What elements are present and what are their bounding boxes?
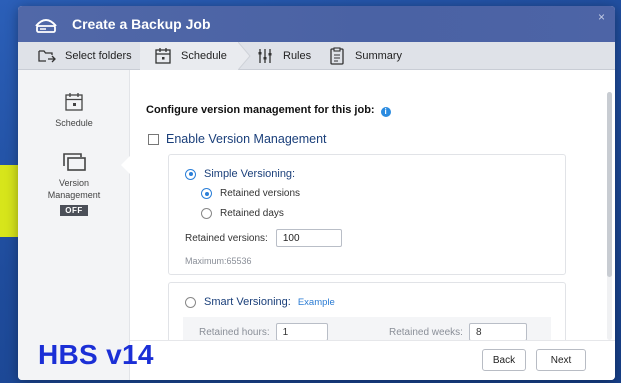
retained-days-option[interactable]: Retained days — [201, 208, 284, 219]
retained-days-label: Retained days — [220, 208, 284, 219]
enable-version-management[interactable]: Enable Version Management — [148, 132, 327, 146]
backup-drive-icon — [35, 19, 57, 33]
dialog-footer: Back Next — [130, 340, 615, 380]
calendar-icon — [65, 93, 83, 111]
step-rules[interactable]: Rules — [250, 42, 320, 70]
versions-stack-icon — [63, 153, 86, 171]
sidebar-item-schedule[interactable]: Schedule — [18, 92, 130, 128]
settings-sidebar: Schedule Version Management OFF — [18, 70, 130, 380]
status-badge: OFF — [60, 205, 88, 216]
simple-versioning-option[interactable]: Simple Versioning: — [185, 168, 295, 180]
retained-versions-option[interactable]: Retained versions — [201, 188, 300, 199]
step-select-folders[interactable]: Select folders — [18, 42, 140, 70]
version-settings-panel: Configure version management for this jo… — [130, 70, 615, 340]
retained-versions-field-row: Retained versions: 100 — [185, 229, 342, 247]
info-icon[interactable]: i — [380, 107, 391, 117]
sidebar-item-version-management[interactable]: Version Management OFF — [18, 152, 130, 216]
heading-text: Configure version management for this jo… — [146, 104, 375, 116]
enable-label: Enable Version Management — [166, 132, 327, 146]
step-schedule[interactable]: Schedule — [140, 42, 238, 70]
retained-versions-field-label: Retained versions: — [185, 232, 268, 244]
step-label: Schedule — [181, 50, 227, 62]
clipboard-icon — [330, 47, 344, 65]
title-bar: Create a Backup Job × — [18, 6, 615, 42]
retained-weeks-input[interactable]: 8 — [468, 323, 527, 340]
smart-versioning-radio[interactable] — [185, 296, 196, 308]
wizard-steps: Select folders Schedule Rules Summary — [18, 42, 615, 70]
simple-versioning-radio[interactable] — [185, 168, 196, 180]
dialog-title: Create a Backup Job — [72, 16, 211, 32]
vertical-scrollbar[interactable] — [607, 92, 612, 340]
calendar-icon — [155, 48, 171, 64]
smart-versioning-panel: Smart Versioning: Example Retained hours… — [168, 282, 566, 340]
back-button[interactable]: Back — [482, 349, 526, 371]
close-icon[interactable]: × — [598, 10, 605, 24]
step-summary[interactable]: Summary — [326, 42, 426, 70]
retained-weeks-row: Retained weeks: 8 — [389, 323, 527, 340]
maximum-hint: Maximum:65536 — [185, 256, 252, 266]
retained-versions-label: Retained versions — [220, 188, 301, 199]
folder-sync-icon — [38, 50, 56, 63]
simple-versioning-panel: Simple Versioning: Retained versions Ret… — [168, 154, 566, 275]
sliders-icon — [258, 49, 272, 63]
retained-hours-row: Retained hours: 1 — [199, 323, 328, 340]
section-heading: Configure version management for this jo… — [146, 104, 391, 117]
retained-versions-radio[interactable] — [201, 188, 212, 199]
retained-days-radio[interactable] — [201, 208, 212, 219]
retained-hours-label: Retained hours: — [199, 326, 270, 338]
retained-versions-input[interactable]: 100 — [275, 229, 342, 247]
smart-versioning-option[interactable]: Smart Versioning: Example — [185, 296, 335, 308]
step-label: Select folders — [65, 50, 132, 62]
sidebar-item-label: Schedule — [55, 118, 93, 128]
backup-job-dialog: Create a Backup Job × Select folders Sch… — [18, 6, 615, 380]
example-link[interactable]: Example — [298, 297, 335, 308]
simple-versioning-label: Simple Versioning: — [204, 168, 296, 180]
scrollbar-thumb[interactable] — [607, 92, 612, 277]
step-label: Summary — [355, 50, 403, 62]
step-label: Rules — [283, 50, 312, 62]
next-button[interactable]: Next — [536, 349, 586, 371]
active-item-pointer — [121, 156, 130, 174]
retained-weeks-label: Retained weeks: — [389, 326, 463, 338]
version-overlay-label: HBS v14 — [38, 339, 154, 370]
enable-checkbox[interactable] — [148, 133, 159, 145]
retained-hours-input[interactable]: 1 — [275, 323, 328, 340]
sidebar-item-label: Version — [58, 178, 90, 188]
sidebar-item-label: Management — [47, 190, 101, 200]
smart-versioning-label: Smart Versioning: — [204, 296, 291, 308]
